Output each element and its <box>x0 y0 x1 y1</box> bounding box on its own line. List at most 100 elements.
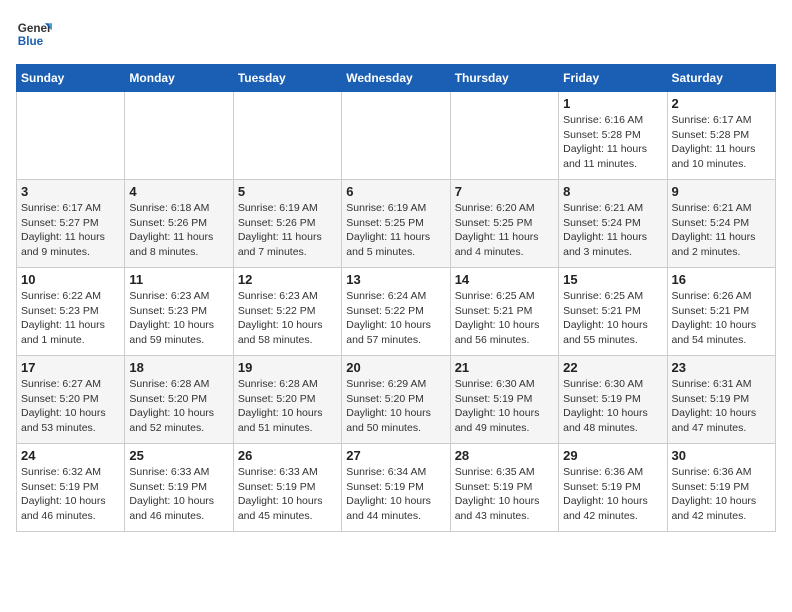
day-number: 4 <box>129 184 228 199</box>
day-info: Sunrise: 6:29 AM Sunset: 5:20 PM Dayligh… <box>346 377 445 436</box>
day-number: 26 <box>238 448 337 463</box>
calendar-cell: 28Sunrise: 6:35 AM Sunset: 5:19 PM Dayli… <box>450 444 558 532</box>
day-number: 18 <box>129 360 228 375</box>
calendar-cell: 21 Sunrise: 6:30 AM Sunset: 5:19 PM Dayli… <box>450 356 558 444</box>
day-of-week-header: Monday <box>125 65 233 92</box>
calendar-cell: 14 Sunrise: 6:25 AM Sunset: 5:21 PM Dayli… <box>450 268 558 356</box>
day-number: 21 <box>455 360 554 375</box>
calendar-cell: 12 Sunrise: 6:23 AM Sunset: 5:22 PM Dayli… <box>233 268 341 356</box>
day-of-week-header: Tuesday <box>233 65 341 92</box>
calendar-cell: 4 Sunrise: 6:18 AM Sunset: 5:26 PM Daylig… <box>125 180 233 268</box>
day-number: 8 <box>563 184 662 199</box>
day-number: 25 <box>129 448 228 463</box>
calendar-week-row: 24 Sunrise: 6:32 AM Sunset: 5:19 PM Dayli… <box>17 444 776 532</box>
calendar-cell: 15 Sunrise: 6:25 AM Sunset: 5:21 PM Dayli… <box>559 268 667 356</box>
logo-icon: General Blue <box>16 16 52 52</box>
day-info: Sunrise: 6:17 AM Sunset: 5:28 PM Dayligh… <box>672 113 771 172</box>
day-info: Sunrise: 6:16 AM Sunset: 5:28 PM Dayligh… <box>563 113 662 172</box>
calendar-cell: 20 Sunrise: 6:29 AM Sunset: 5:20 PM Dayli… <box>342 356 450 444</box>
page-header: General Blue <box>16 16 776 52</box>
calendar-table: SundayMondayTuesdayWednesdayThursdayFrid… <box>16 64 776 532</box>
day-of-week-header: Wednesday <box>342 65 450 92</box>
day-number: 19 <box>238 360 337 375</box>
day-of-week-header: Saturday <box>667 65 775 92</box>
day-info: Sunrise: 6:26 AM Sunset: 5:21 PM Dayligh… <box>672 289 771 348</box>
calendar-cell: 2Sunrise: 6:17 AM Sunset: 5:28 PM Daylig… <box>667 92 775 180</box>
calendar-cell: 6 Sunrise: 6:19 AM Sunset: 5:25 PM Daylig… <box>342 180 450 268</box>
calendar-cell: 10 Sunrise: 6:22 AM Sunset: 5:23 PM Dayli… <box>17 268 125 356</box>
day-number: 5 <box>238 184 337 199</box>
calendar-cell: 11 Sunrise: 6:23 AM Sunset: 5:23 PM Dayli… <box>125 268 233 356</box>
calendar-cell: 7 Sunrise: 6:20 AM Sunset: 5:25 PM Daylig… <box>450 180 558 268</box>
calendar-cell <box>450 92 558 180</box>
day-number: 3 <box>21 184 120 199</box>
day-of-week-header: Friday <box>559 65 667 92</box>
calendar-cell: 3 Sunrise: 6:17 AM Sunset: 5:27 PM Daylig… <box>17 180 125 268</box>
day-number: 24 <box>21 448 120 463</box>
calendar-cell: 16Sunrise: 6:26 AM Sunset: 5:21 PM Dayli… <box>667 268 775 356</box>
day-number: 10 <box>21 272 120 287</box>
calendar-cell: 27Sunrise: 6:34 AM Sunset: 5:19 PM Dayli… <box>342 444 450 532</box>
calendar-cell: 19 Sunrise: 6:28 AM Sunset: 5:20 PM Dayli… <box>233 356 341 444</box>
calendar-cell: 17Sunrise: 6:27 AM Sunset: 5:20 PM Dayli… <box>17 356 125 444</box>
day-info: Sunrise: 6:18 AM Sunset: 5:26 PM Dayligh… <box>129 201 228 260</box>
day-info: Sunrise: 6:28 AM Sunset: 5:20 PM Dayligh… <box>238 377 337 436</box>
day-number: 11 <box>129 272 228 287</box>
day-number: 15 <box>563 272 662 287</box>
day-info: Sunrise: 6:28 AM Sunset: 5:20 PM Dayligh… <box>129 377 228 436</box>
calendar-cell: 30 Sunrise: 6:36 AM Sunset: 5:19 PM Dayli… <box>667 444 775 532</box>
calendar-cell: 13 Sunrise: 6:24 AM Sunset: 5:22 PM Dayli… <box>342 268 450 356</box>
day-number: 9 <box>672 184 771 199</box>
day-info: Sunrise: 6:35 AM Sunset: 5:19 PM Dayligh… <box>455 465 554 524</box>
day-info: Sunrise: 6:33 AM Sunset: 5:19 PM Dayligh… <box>129 465 228 524</box>
calendar-cell <box>233 92 341 180</box>
day-number: 27 <box>346 448 445 463</box>
day-info: Sunrise: 6:22 AM Sunset: 5:23 PM Dayligh… <box>21 289 120 348</box>
calendar-cell: 23 Sunrise: 6:31 AM Sunset: 5:19 PM Dayli… <box>667 356 775 444</box>
day-info: Sunrise: 6:27 AM Sunset: 5:20 PM Dayligh… <box>21 377 120 436</box>
day-info: Sunrise: 6:17 AM Sunset: 5:27 PM Dayligh… <box>21 201 120 260</box>
calendar-week-row: 3 Sunrise: 6:17 AM Sunset: 5:27 PM Daylig… <box>17 180 776 268</box>
day-info: Sunrise: 6:20 AM Sunset: 5:25 PM Dayligh… <box>455 201 554 260</box>
day-info: Sunrise: 6:30 AM Sunset: 5:19 PM Dayligh… <box>563 377 662 436</box>
day-info: Sunrise: 6:23 AM Sunset: 5:23 PM Dayligh… <box>129 289 228 348</box>
day-number: 20 <box>346 360 445 375</box>
calendar-cell: 8 Sunrise: 6:21 AM Sunset: 5:24 PM Daylig… <box>559 180 667 268</box>
calendar-cell <box>125 92 233 180</box>
day-info: Sunrise: 6:19 AM Sunset: 5:26 PM Dayligh… <box>238 201 337 260</box>
day-info: Sunrise: 6:25 AM Sunset: 5:21 PM Dayligh… <box>563 289 662 348</box>
calendar-week-row: 10 Sunrise: 6:22 AM Sunset: 5:23 PM Dayli… <box>17 268 776 356</box>
calendar-cell: 9 Sunrise: 6:21 AM Sunset: 5:24 PM Daylig… <box>667 180 775 268</box>
day-info: Sunrise: 6:36 AM Sunset: 5:19 PM Dayligh… <box>672 465 771 524</box>
calendar-cell <box>342 92 450 180</box>
day-number: 23 <box>672 360 771 375</box>
calendar-cell: 25 Sunrise: 6:33 AM Sunset: 5:19 PM Dayli… <box>125 444 233 532</box>
calendar-cell: 26 Sunrise: 6:33 AM Sunset: 5:19 PM Dayli… <box>233 444 341 532</box>
svg-text:Blue: Blue <box>18 35 44 48</box>
day-number: 30 <box>672 448 771 463</box>
day-info: Sunrise: 6:30 AM Sunset: 5:19 PM Dayligh… <box>455 377 554 436</box>
day-info: Sunrise: 6:25 AM Sunset: 5:21 PM Dayligh… <box>455 289 554 348</box>
day-of-week-header: Thursday <box>450 65 558 92</box>
logo: General Blue <box>16 16 52 52</box>
day-number: 7 <box>455 184 554 199</box>
day-number: 13 <box>346 272 445 287</box>
calendar-cell: 22 Sunrise: 6:30 AM Sunset: 5:19 PM Dayli… <box>559 356 667 444</box>
calendar-cell: 18 Sunrise: 6:28 AM Sunset: 5:20 PM Dayli… <box>125 356 233 444</box>
day-info: Sunrise: 6:21 AM Sunset: 5:24 PM Dayligh… <box>563 201 662 260</box>
calendar-cell: 1 Sunrise: 6:16 AM Sunset: 5:28 PM Daylig… <box>559 92 667 180</box>
day-number: 22 <box>563 360 662 375</box>
day-number: 14 <box>455 272 554 287</box>
day-number: 1 <box>563 96 662 111</box>
day-info: Sunrise: 6:23 AM Sunset: 5:22 PM Dayligh… <box>238 289 337 348</box>
day-info: Sunrise: 6:24 AM Sunset: 5:22 PM Dayligh… <box>346 289 445 348</box>
day-info: Sunrise: 6:33 AM Sunset: 5:19 PM Dayligh… <box>238 465 337 524</box>
day-number: 12 <box>238 272 337 287</box>
day-info: Sunrise: 6:31 AM Sunset: 5:19 PM Dayligh… <box>672 377 771 436</box>
calendar-week-row: 1 Sunrise: 6:16 AM Sunset: 5:28 PM Daylig… <box>17 92 776 180</box>
day-info: Sunrise: 6:21 AM Sunset: 5:24 PM Dayligh… <box>672 201 771 260</box>
day-info: Sunrise: 6:19 AM Sunset: 5:25 PM Dayligh… <box>346 201 445 260</box>
day-number: 6 <box>346 184 445 199</box>
calendar-cell: 29Sunrise: 6:36 AM Sunset: 5:19 PM Dayli… <box>559 444 667 532</box>
day-info: Sunrise: 6:32 AM Sunset: 5:19 PM Dayligh… <box>21 465 120 524</box>
